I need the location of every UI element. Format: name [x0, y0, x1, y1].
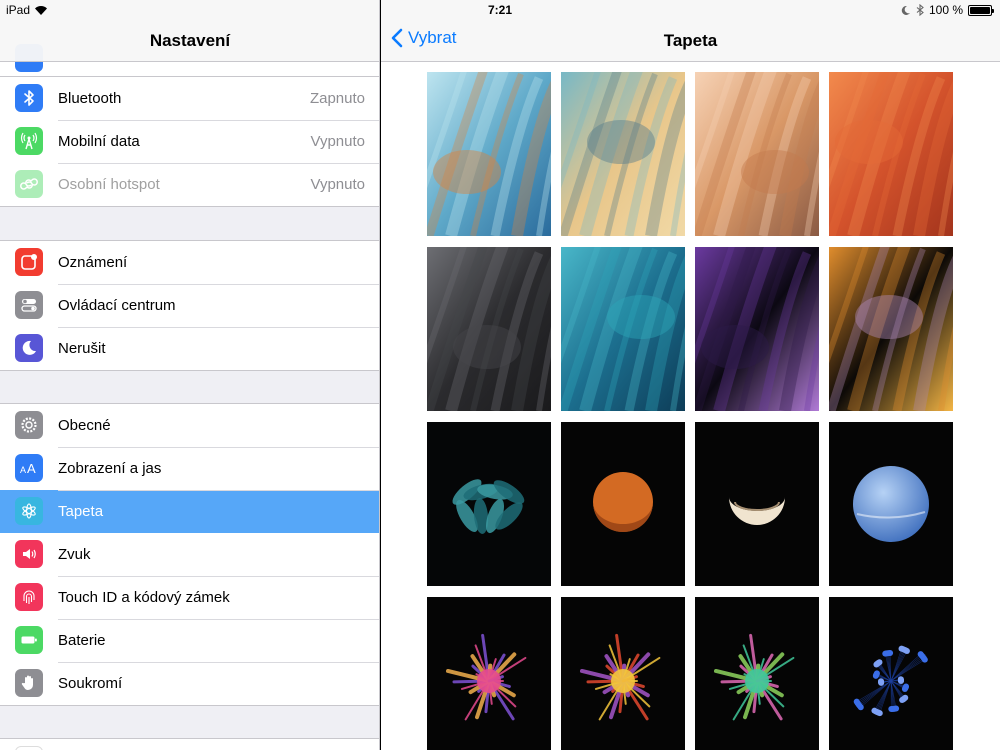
row-label: Oznámení	[58, 254, 128, 271]
row-label: Ovládací centrum	[58, 297, 176, 314]
icloud-icon	[15, 746, 43, 750]
wallpaper-icon	[15, 497, 43, 525]
settings-group-connectivity: Bluetooth Zapnuto Mobilní data Vypnuto O…	[0, 76, 379, 207]
row-label: Soukromí	[58, 675, 123, 692]
wallpaper-desert-ripples[interactable]	[695, 72, 819, 236]
settings-row-sound[interactable]: Zvuk	[0, 533, 379, 576]
row-label: Mobilní data	[58, 133, 140, 150]
wallpaper-blue-dots[interactable]	[829, 597, 953, 750]
notifications-icon	[15, 248, 43, 276]
gear-icon	[15, 411, 43, 439]
row-label: Zobrazení a jas	[58, 460, 162, 477]
svg-text:A: A	[27, 461, 36, 476]
control-center-icon	[15, 291, 43, 319]
settings-row-display[interactable]: AA Zobrazení a jas	[0, 447, 379, 490]
row-value: Vypnuto	[310, 176, 366, 193]
wallpaper-detail-pane: Vybrat Tapeta	[381, 0, 1000, 750]
antenna-icon	[15, 127, 43, 155]
settings-row-touch-id[interactable]: Touch ID a kódový zámek	[0, 576, 379, 619]
settings-row-privacy[interactable]: Soukromí	[0, 662, 379, 705]
wallpaper-blue-abstract[interactable]	[427, 72, 551, 236]
battery-percentage: 100 %	[928, 3, 963, 17]
settings-group-notifications: Oznámení Ovládací centrum Nerušit	[0, 240, 379, 371]
status-bar: iPad 7:21 100 %	[0, 0, 1000, 20]
row-label: Osobní hotspot	[58, 176, 160, 193]
settings-row-do-not-disturb[interactable]: Nerušit	[0, 327, 379, 370]
speaker-icon	[15, 540, 43, 568]
wallpaper-green-powder[interactable]	[695, 597, 819, 750]
settings-row-hotspot[interactable]: Osobní hotspot Vypnuto	[0, 163, 379, 206]
settings-row-icloud[interactable]: iCloud	[0, 739, 379, 750]
wallpaper-gray-feathers[interactable]	[427, 247, 551, 411]
wallpaper-moon[interactable]	[695, 422, 819, 586]
battery-level	[970, 6, 990, 14]
wallpaper-sand-dunes[interactable]	[561, 72, 685, 236]
wallpaper-teal-feathers[interactable]	[561, 247, 685, 411]
hotspot-icon	[15, 170, 43, 198]
row-label: Baterie	[58, 632, 106, 649]
wallpaper-purple-flower[interactable]	[695, 247, 819, 411]
status-right: 100 %	[900, 3, 994, 17]
wallpaper-yellow-powder[interactable]	[561, 597, 685, 750]
settings-sidebar: Nastavení Bluetooth Zapnuto Mobilní data…	[0, 0, 380, 750]
row-label: Zvuk	[58, 546, 91, 563]
bluetooth-icon	[916, 4, 924, 16]
settings-row-general[interactable]: Obecné	[0, 404, 379, 447]
settings-row-mobile-data[interactable]: Mobilní data Vypnuto	[0, 120, 379, 163]
row-label: Tapeta	[58, 503, 104, 520]
wallpaper-pink-powder[interactable]	[427, 597, 551, 750]
wallpaper-neptune[interactable]	[829, 422, 953, 586]
settings-group-icloud: iCloud	[0, 738, 379, 750]
settings-row-wallpaper[interactable]: Tapeta	[0, 490, 379, 533]
display-icon: AA	[15, 454, 43, 482]
row-label: Bluetooth	[58, 90, 122, 107]
wallpaper-teal-leaves[interactable]	[427, 422, 551, 586]
sidebar-title: Nastavení	[149, 31, 231, 50]
svg-text:A: A	[20, 465, 26, 475]
bluetooth-icon	[15, 84, 43, 112]
fingerprint-icon	[15, 583, 43, 611]
wallpaper-red-feathers[interactable]	[829, 72, 953, 236]
settings-group-general: Obecné AA Zobrazení a jas Tapeta Zvuk To…	[0, 403, 379, 706]
row-label: Nerušit	[58, 340, 106, 357]
row-label: Touch ID a kódový zámek	[58, 589, 230, 606]
wallpaper-mars[interactable]	[561, 422, 685, 586]
detail-title: Tapeta	[663, 31, 718, 50]
moon-icon	[901, 5, 910, 15]
row-value: Zapnuto	[309, 90, 365, 107]
wallpaper-orange-flower[interactable]	[829, 247, 953, 411]
battery-icon	[15, 626, 43, 654]
hand-icon	[15, 669, 43, 697]
moon-icon	[15, 334, 43, 362]
settings-row-notifications[interactable]: Oznámení	[0, 241, 379, 284]
settings-row-control-center[interactable]: Ovládací centrum	[0, 284, 379, 327]
status-time: 7:21	[487, 3, 513, 17]
row-value: Vypnuto	[310, 133, 366, 150]
settings-row-bluetooth[interactable]: Bluetooth Zapnuto	[0, 77, 379, 120]
settings-row-battery[interactable]: Baterie	[0, 619, 379, 662]
row-label: Obecné	[58, 417, 111, 434]
battery-icon	[968, 4, 994, 16]
